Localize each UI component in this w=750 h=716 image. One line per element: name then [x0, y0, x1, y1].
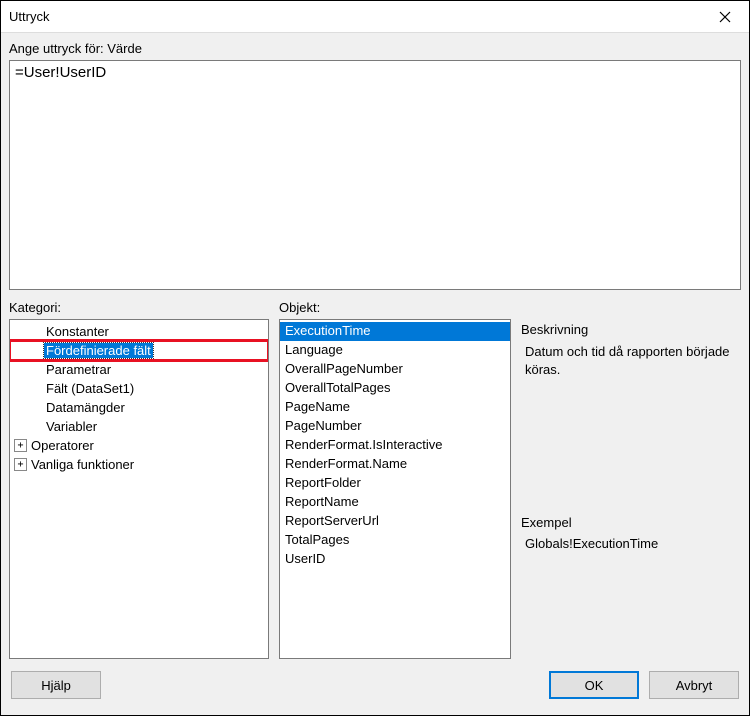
- tree-item-label: Datamängder: [44, 400, 127, 415]
- category-item[interactable]: Datamängder: [10, 398, 268, 417]
- example-text: Globals!ExecutionTime: [521, 536, 741, 551]
- category-item[interactable]: Fördefinierade fält: [10, 341, 268, 360]
- tree-item-label: Fält (DataSet1): [44, 381, 136, 396]
- tree-item-label: Operatorer: [29, 438, 96, 453]
- titlebar: Uttryck: [1, 1, 749, 33]
- expression-input[interactable]: [9, 60, 741, 290]
- object-item[interactable]: RenderFormat.Name: [280, 455, 510, 474]
- description-heading: Beskrivning: [521, 322, 741, 337]
- description-text: Datum och tid då rapporten började köras…: [521, 343, 741, 379]
- object-item[interactable]: ReportName: [280, 493, 510, 512]
- object-item[interactable]: ExecutionTime: [280, 322, 510, 341]
- category-item[interactable]: Konstanter: [10, 322, 268, 341]
- category-item[interactable]: Variabler: [10, 417, 268, 436]
- tree-item-label: Fördefinierade fält: [44, 343, 153, 358]
- category-item[interactable]: +Vanliga funktioner: [10, 455, 268, 474]
- expression-field-label: Ange uttryck för: Värde: [9, 41, 741, 56]
- close-icon: [719, 11, 731, 23]
- tree-item-label: Vanliga funktioner: [29, 457, 136, 472]
- dialog-footer: Hjälp OK Avbryt: [1, 665, 749, 715]
- object-item[interactable]: PageNumber: [280, 417, 510, 436]
- description-group: Beskrivning Datum och tid då rapporten b…: [521, 320, 741, 379]
- object-item[interactable]: OverallTotalPages: [280, 379, 510, 398]
- category-label: Kategori:: [9, 300, 269, 315]
- window-title: Uttryck: [9, 9, 709, 24]
- expression-dialog: Uttryck Ange uttryck för: Värde Kategori…: [0, 0, 750, 716]
- tree-item-label: Variabler: [44, 419, 99, 434]
- object-list[interactable]: ExecutionTimeLanguageOverallPageNumberOv…: [279, 319, 511, 659]
- object-item[interactable]: ReportFolder: [280, 474, 510, 493]
- category-panel: Kategori: Konstanter Fördefinierade fält P…: [9, 300, 269, 659]
- object-item[interactable]: UserID: [280, 550, 510, 569]
- object-item[interactable]: Language: [280, 341, 510, 360]
- example-heading: Exempel: [521, 515, 741, 530]
- close-button[interactable]: [709, 1, 741, 33]
- object-panel: Objekt: ExecutionTimeLanguageOverallPage…: [279, 300, 511, 659]
- category-item[interactable]: +Operatorer: [10, 436, 268, 455]
- object-item[interactable]: TotalPages: [280, 531, 510, 550]
- object-item[interactable]: ReportServerUrl: [280, 512, 510, 531]
- example-group: Exempel Globals!ExecutionTime: [521, 513, 741, 651]
- tree-item-label: Parametrar: [44, 362, 113, 377]
- ok-button[interactable]: OK: [549, 671, 639, 699]
- category-item[interactable]: Fält (DataSet1): [10, 379, 268, 398]
- expand-icon[interactable]: +: [14, 439, 27, 452]
- dialog-content: Ange uttryck för: Värde Kategori: Konsta…: [1, 33, 749, 665]
- object-item[interactable]: PageName: [280, 398, 510, 417]
- expand-icon[interactable]: +: [14, 458, 27, 471]
- help-button[interactable]: Hjälp: [11, 671, 101, 699]
- category-item[interactable]: Parametrar: [10, 360, 268, 379]
- object-item[interactable]: OverallPageNumber: [280, 360, 510, 379]
- tree-item-label: Konstanter: [44, 324, 111, 339]
- object-item[interactable]: RenderFormat.IsInteractive: [280, 436, 510, 455]
- category-tree[interactable]: Konstanter Fördefinierade fält Parametrar F…: [9, 319, 269, 659]
- object-label: Objekt:: [279, 300, 511, 315]
- info-panel: Beskrivning Datum och tid då rapporten b…: [521, 300, 741, 659]
- cancel-button[interactable]: Avbryt: [649, 671, 739, 699]
